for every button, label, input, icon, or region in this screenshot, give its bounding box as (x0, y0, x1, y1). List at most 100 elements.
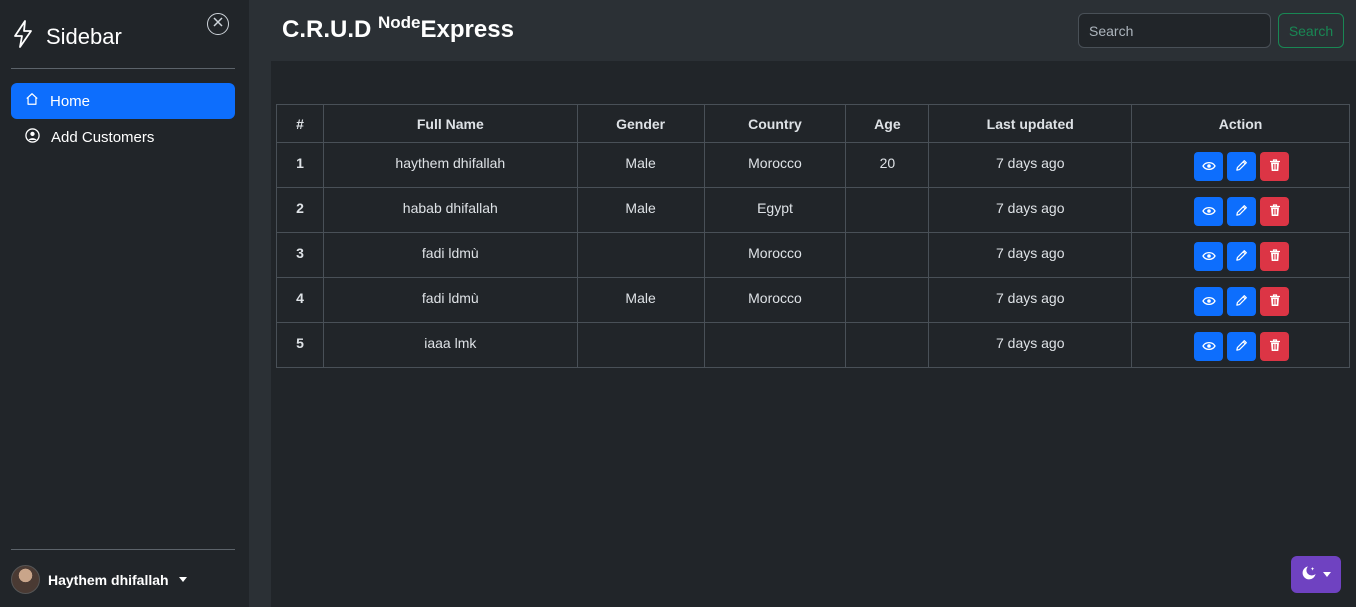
cell-number: 5 (276, 322, 324, 368)
table-row: 3 fadi ldmù Morocco 7 days ago (276, 232, 1350, 278)
close-circle-icon (212, 15, 224, 33)
cell-actions (1131, 277, 1350, 323)
sidebar-item-label: Add Customers (51, 128, 155, 146)
sidebar-divider-top (11, 68, 235, 69)
cell-age (845, 232, 930, 278)
eye-icon (1201, 204, 1216, 219)
cell-last-updated: 7 days ago (928, 142, 1133, 188)
view-button[interactable] (1194, 152, 1224, 181)
sidebar-nav: Home Add Customers (11, 83, 235, 155)
title-main: C.R.U.D (282, 16, 372, 43)
cell-gender: Male (576, 187, 705, 233)
trash-icon (1269, 158, 1281, 175)
cell-gender: Male (576, 142, 705, 188)
page-title: C.R.U.D NodeExpress (282, 13, 514, 44)
cell-number: 2 (276, 187, 324, 233)
cell-full-name: habab dhifallah (322, 187, 578, 233)
cell-age (845, 322, 930, 368)
pencil-icon (1235, 294, 1248, 310)
cell-actions (1131, 232, 1350, 278)
search-button[interactable]: Search (1278, 13, 1344, 48)
cell-full-name: haythem dhifallah (322, 142, 578, 188)
eye-icon (1201, 159, 1216, 174)
view-button[interactable] (1194, 332, 1224, 361)
cell-number: 4 (276, 277, 324, 323)
cell-last-updated: 7 days ago (928, 322, 1133, 368)
sidebar-item-label: Home (50, 92, 91, 110)
edit-button[interactable] (1227, 197, 1257, 226)
edit-button[interactable] (1227, 242, 1257, 271)
column-header: Last updated (928, 104, 1133, 143)
view-button[interactable] (1194, 287, 1224, 316)
column-header: Age (845, 104, 930, 143)
delete-button[interactable] (1260, 197, 1290, 226)
pencil-icon (1235, 159, 1248, 175)
cell-country: Egypt (703, 187, 847, 233)
sidebar-item-home[interactable]: Home (11, 83, 235, 119)
table-row: 2 habab dhifallah Male Egypt 7 days ago (276, 187, 1350, 233)
column-header: Full Name (322, 104, 578, 143)
moon-stars-icon (1301, 565, 1317, 584)
trash-icon (1269, 203, 1281, 220)
sidebar: Sidebar Home Add Customers Haythem dhifa… (0, 0, 249, 607)
delete-button[interactable] (1260, 242, 1290, 271)
table-row: 4 fadi ldmù Male Morocco 7 days ago (276, 277, 1350, 323)
cell-number: 3 (276, 232, 324, 278)
cell-country: Morocco (703, 277, 847, 323)
table-header-row: # Full Name Gender Country Age Last upda… (276, 104, 1350, 143)
cell-age (845, 277, 930, 323)
chevron-down-icon (178, 577, 187, 582)
cell-gender: Male (576, 277, 705, 323)
cell-full-name: iaaa lmk (322, 322, 578, 368)
cell-full-name: fadi ldmù (322, 277, 578, 323)
cell-gender (576, 322, 705, 368)
delete-button[interactable] (1260, 152, 1290, 181)
trash-icon (1269, 338, 1281, 355)
title-tail: Express (420, 16, 514, 43)
trash-icon (1269, 248, 1281, 265)
search-input[interactable] (1078, 13, 1271, 48)
theme-toggle-button[interactable] (1291, 556, 1341, 593)
top-header: C.R.U.D NodeExpress Search (271, 0, 1356, 61)
customers-table: # Full Name Gender Country Age Last upda… (276, 104, 1350, 368)
cell-age: 20 (845, 142, 930, 188)
cell-full-name: fadi ldmù (322, 232, 578, 278)
column-header: Country (703, 104, 847, 143)
edit-button[interactable] (1227, 287, 1257, 316)
pencil-icon (1235, 204, 1248, 220)
title-superscript: Node (378, 13, 421, 32)
cell-last-updated: 7 days ago (928, 187, 1133, 233)
cell-actions (1131, 142, 1350, 188)
sidebar-gutter (249, 0, 271, 607)
sidebar-brand[interactable]: Sidebar (12, 20, 122, 53)
cell-actions (1131, 322, 1350, 368)
view-button[interactable] (1194, 197, 1224, 226)
sidebar-title: Sidebar (46, 23, 122, 49)
avatar (11, 565, 40, 594)
delete-button[interactable] (1260, 287, 1290, 316)
cell-age (845, 187, 930, 233)
pencil-icon (1235, 339, 1248, 355)
view-button[interactable] (1194, 242, 1224, 271)
user-name: Haythem dhifallah (48, 571, 169, 588)
edit-button[interactable] (1227, 152, 1257, 181)
column-header: Gender (576, 104, 705, 143)
cell-country (703, 322, 847, 368)
edit-button[interactable] (1227, 332, 1257, 361)
cell-last-updated: 7 days ago (928, 232, 1133, 278)
column-header: Action (1131, 104, 1350, 143)
eye-icon (1201, 339, 1216, 354)
table-row: 1 haythem dhifallah Male Morocco 20 7 da… (276, 142, 1350, 188)
chevron-down-icon (1323, 572, 1331, 577)
cell-last-updated: 7 days ago (928, 277, 1133, 323)
user-menu[interactable]: Haythem dhifallah (11, 565, 187, 594)
lightning-icon (12, 20, 34, 53)
sidebar-item-add-customers[interactable]: Add Customers (11, 119, 235, 155)
sidebar-divider-bottom (11, 549, 235, 550)
trash-icon (1269, 293, 1281, 310)
customers-table-container: # Full Name Gender Country Age Last upda… (276, 104, 1350, 368)
delete-button[interactable] (1260, 332, 1290, 361)
user-circle-icon (25, 127, 40, 147)
eye-icon (1201, 294, 1216, 309)
close-sidebar-button[interactable] (207, 13, 229, 35)
